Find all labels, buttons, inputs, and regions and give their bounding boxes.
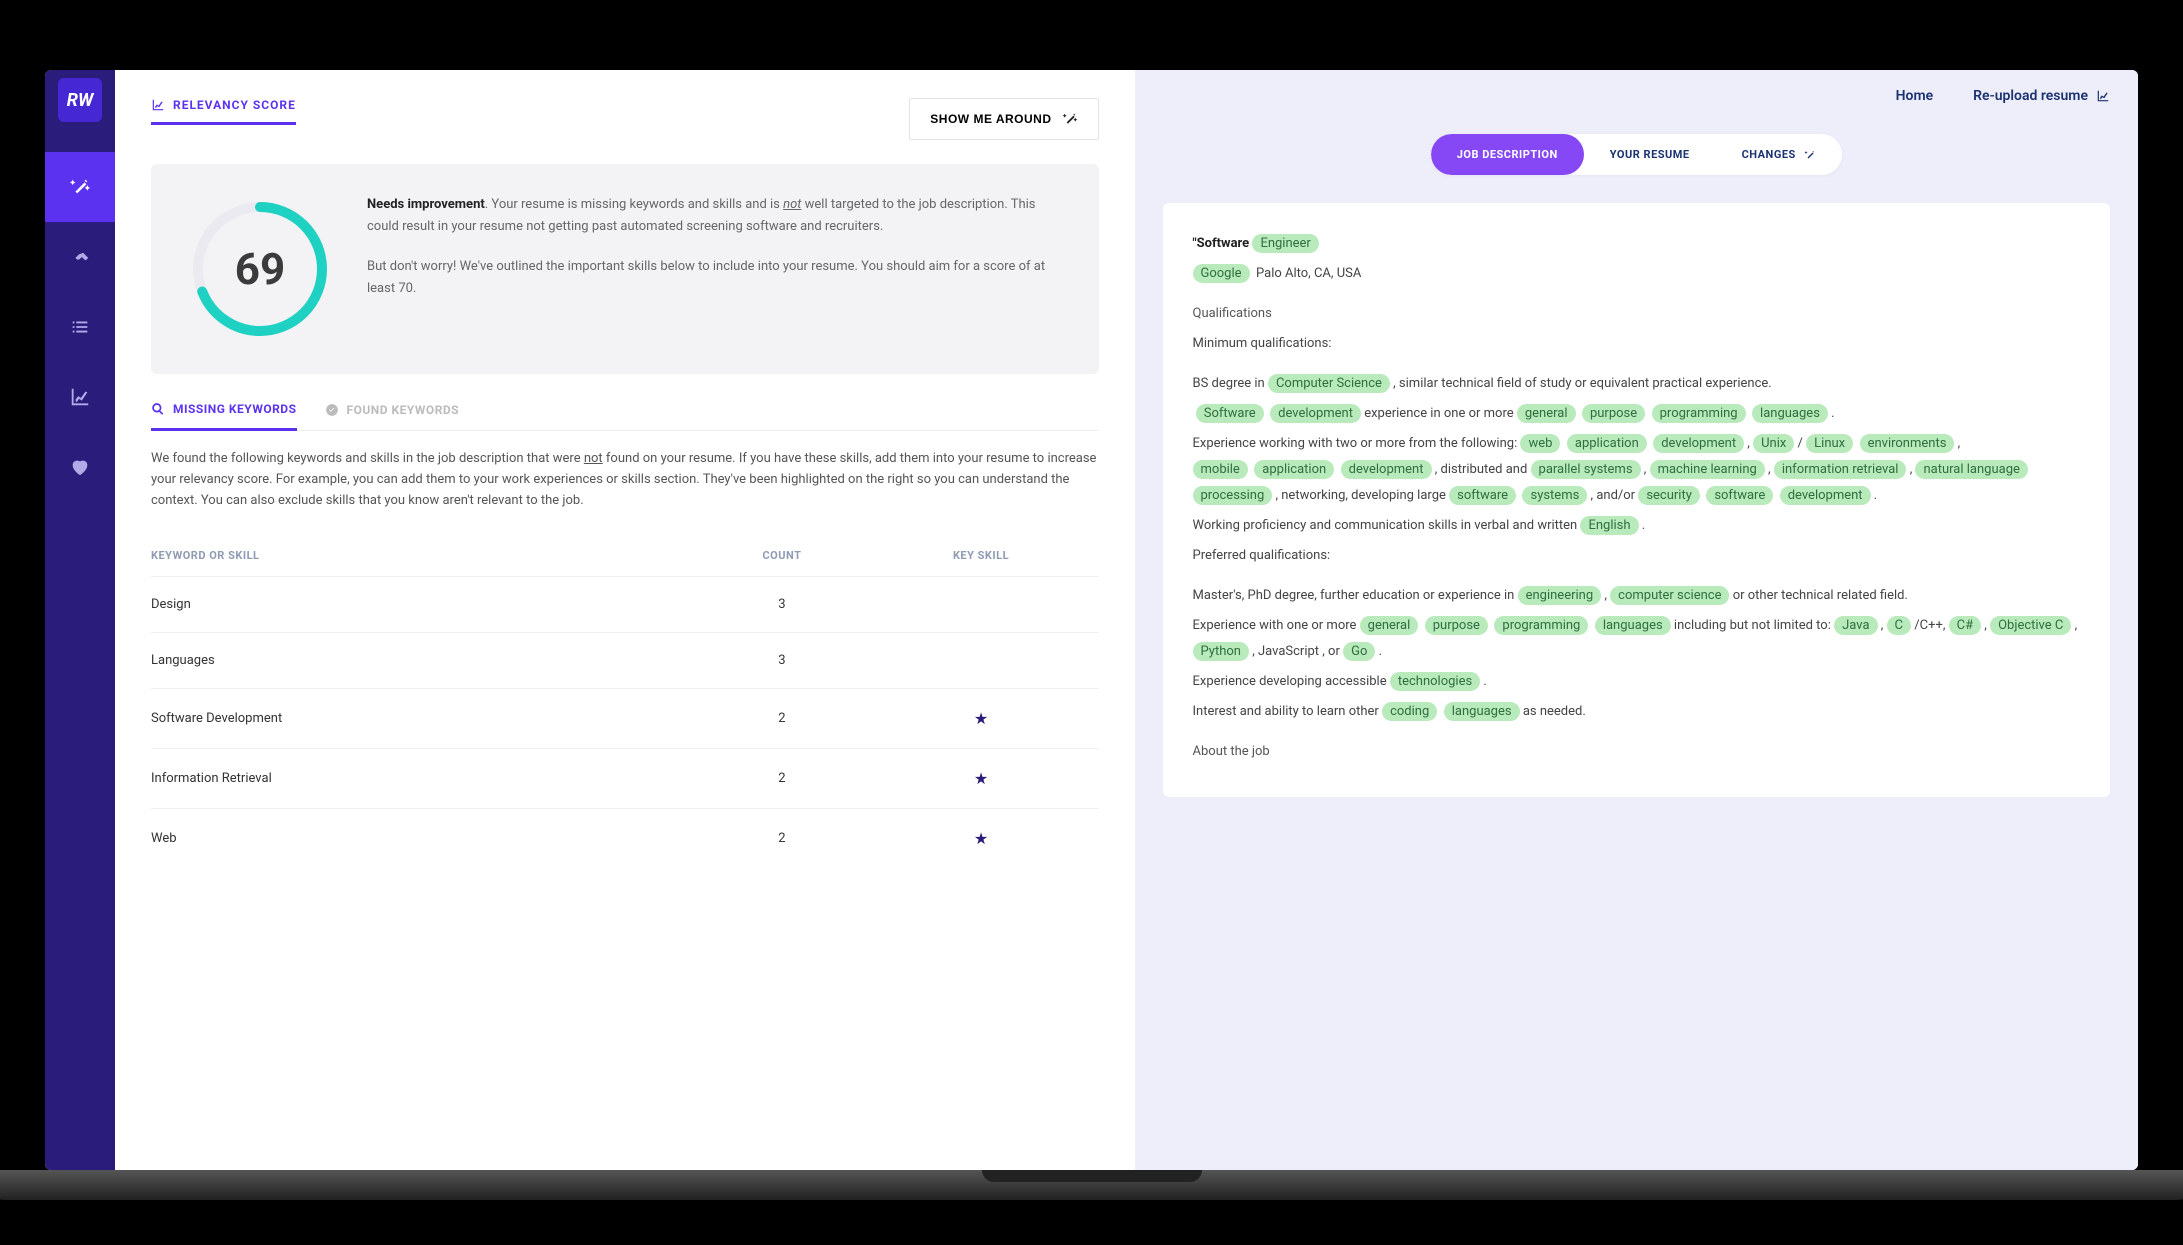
chart-icon <box>69 386 91 408</box>
cell-count: 2 <box>700 809 863 869</box>
cell-count: 2 <box>700 749 863 809</box>
col-keyword: KEYWORD OR SKILL <box>151 535 700 577</box>
page-title: RELEVANCY SCORE <box>151 98 296 125</box>
cell-keyskill: ★ <box>864 809 1099 869</box>
list-icon <box>69 316 91 338</box>
nav-wand[interactable] <box>45 152 115 222</box>
keywords-table: KEYWORD OR SKILL COUNT KEY SKILL Design3… <box>151 535 1099 868</box>
chart-icon <box>2096 89 2110 103</box>
segment-job-description[interactable]: JOB DESCRIPTION <box>1431 134 1584 175</box>
cell-count: 3 <box>700 577 863 633</box>
search-icon <box>151 402 165 416</box>
view-segment: JOB DESCRIPTION YOUR RESUME CHANGES <box>1431 134 1842 175</box>
cell-keyword: Languages <box>151 633 700 689</box>
home-link[interactable]: Home <box>1896 88 1934 104</box>
table-row[interactable]: Software Development2 ★ <box>151 689 1099 749</box>
nav-list[interactable] <box>45 292 115 362</box>
nav-stats[interactable] <box>45 362 115 432</box>
star-icon: ★ <box>974 769 988 788</box>
cell-keyskill: ★ <box>864 689 1099 749</box>
cell-keyword: Design <box>151 577 700 633</box>
segment-changes[interactable]: CHANGES <box>1716 134 1842 175</box>
cell-count: 3 <box>700 633 863 689</box>
segment-your-resume[interactable]: YOUR RESUME <box>1584 134 1716 175</box>
wand-icon <box>1804 149 1816 161</box>
star-icon: ★ <box>974 709 988 728</box>
col-count: COUNT <box>700 535 863 577</box>
table-row[interactable]: Languages3 <box>151 633 1099 689</box>
cell-count: 2 <box>700 689 863 749</box>
tab-missing-keywords[interactable]: MISSING KEYWORDS <box>151 402 297 431</box>
missing-description: We found the following keywords and skil… <box>151 449 1099 511</box>
check-icon <box>325 403 339 417</box>
cell-keyskill: ★ <box>864 749 1099 809</box>
show-me-around-button[interactable]: SHOW ME AROUND <box>909 98 1098 140</box>
col-keyskill: KEY SKILL <box>864 535 1099 577</box>
handshake-icon <box>69 246 91 268</box>
reupload-link[interactable]: Re-upload resume <box>1973 88 2110 104</box>
cell-keyskill <box>864 633 1099 689</box>
score-gauge: 69 <box>185 194 335 344</box>
table-row[interactable]: Web2 ★ <box>151 809 1099 869</box>
score-text: Needs improvement. Your resume is missin… <box>367 194 1065 344</box>
nav-heart[interactable] <box>45 432 115 502</box>
cell-keyskill <box>864 577 1099 633</box>
sidebar-nav: RW <box>45 70 115 1170</box>
table-row[interactable]: Information Retrieval2 ★ <box>151 749 1099 809</box>
heart-icon <box>69 456 91 478</box>
tab-found-keywords[interactable]: FOUND KEYWORDS <box>325 402 460 430</box>
wand-icon <box>1062 111 1078 127</box>
score-value: 69 <box>235 243 286 295</box>
star-icon: ★ <box>974 829 988 848</box>
cell-keyword: Information Retrieval <box>151 749 700 809</box>
job-description-panel: "Software Engineer Google Palo Alto, CA,… <box>1163 203 2111 797</box>
cell-keyword: Software Development <box>151 689 700 749</box>
chart-icon <box>151 98 165 112</box>
nav-handshake[interactable] <box>45 222 115 292</box>
table-row[interactable]: Design3 <box>151 577 1099 633</box>
wand-icon <box>69 176 91 198</box>
cell-keyword: Web <box>151 809 700 869</box>
brand-logo: RW <box>58 78 102 122</box>
score-card: 69 Needs improvement. Your resume is mis… <box>151 164 1099 374</box>
